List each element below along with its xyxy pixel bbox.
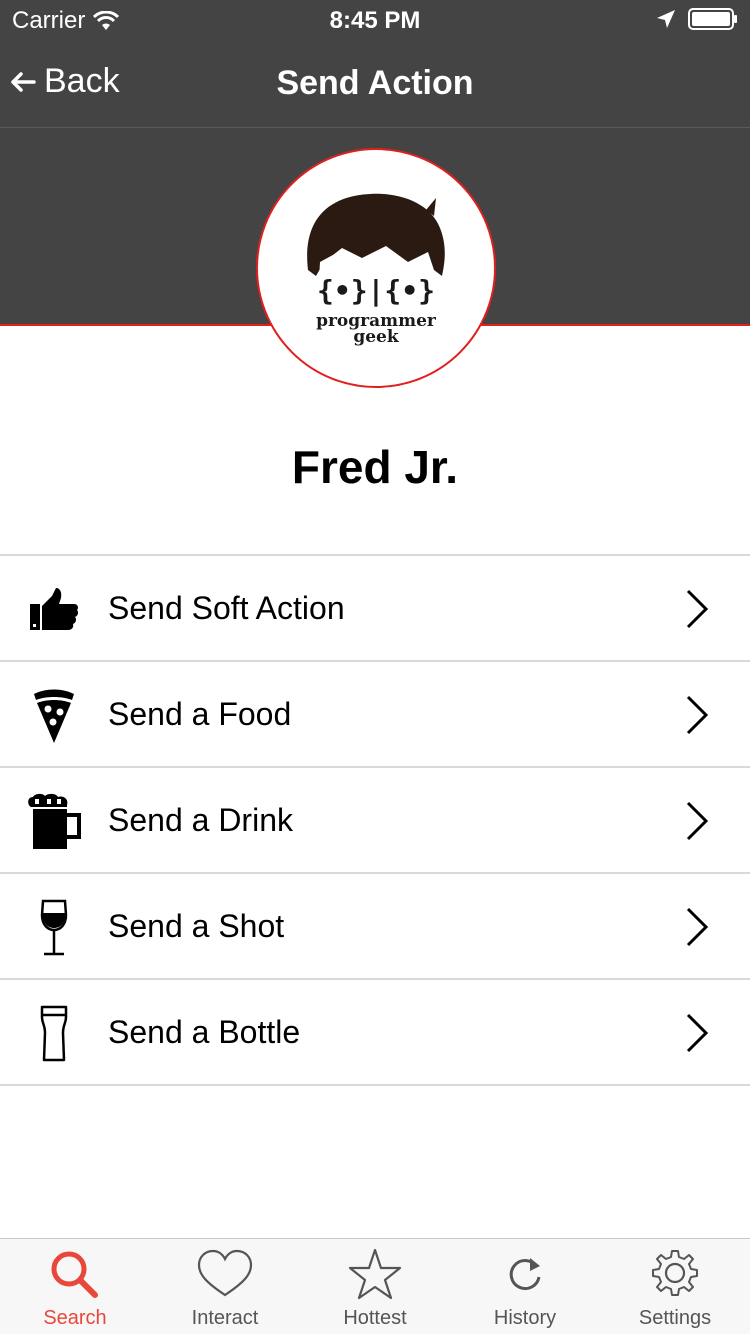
- tab-label: Settings: [638, 1307, 712, 1329]
- tab-label: Hottest: [343, 1307, 407, 1329]
- tab-search[interactable]: Search: [0, 1239, 150, 1334]
- action-label: Send a Food: [108, 696, 292, 732]
- action-row-food[interactable]: Send a Food: [0, 662, 750, 768]
- gear-icon: [652, 1250, 698, 1296]
- refresh-icon: [509, 1258, 541, 1291]
- chevron-right-icon: [686, 695, 709, 735]
- tab-label: Interact: [191, 1307, 259, 1329]
- search-icon: [51, 1251, 98, 1298]
- svg-text:{•}|{•}: {•}|{•}: [317, 274, 435, 307]
- status-time: 8:45 PM: [329, 7, 421, 34]
- navigation-bar: Back Send Action: [0, 40, 750, 128]
- heart-icon: [197, 1249, 253, 1297]
- tab-settings[interactable]: Settings: [600, 1239, 750, 1334]
- avatar: {•}|{•} programmer geek: [256, 148, 496, 388]
- tab-hottest[interactable]: Hottest: [300, 1239, 450, 1334]
- location-arrow-icon: [657, 10, 675, 28]
- action-label: Send a Bottle: [108, 1014, 301, 1050]
- action-label: Send Soft Action: [108, 590, 345, 626]
- tab-label: History: [493, 1307, 557, 1329]
- action-row-bottle[interactable]: Send a Bottle: [0, 980, 750, 1086]
- chevron-right-icon: [686, 589, 709, 629]
- tab-label: Search: [43, 1307, 107, 1329]
- pint-glass-icon: [24, 1005, 84, 1062]
- svg-text:geek: geek: [353, 327, 400, 347]
- chevron-right-icon: [686, 801, 709, 841]
- profile-name: Fred Jr.: [291, 441, 459, 493]
- action-row-drink[interactable]: Send a Drink: [0, 768, 750, 874]
- tab-bar: Search Interact Hottest History Settings: [0, 1238, 750, 1334]
- status-right-icons: [656, 8, 738, 30]
- chevron-right-icon: [686, 1013, 709, 1053]
- action-label: Send a Shot: [108, 908, 285, 944]
- action-label: Send a Drink: [108, 802, 293, 838]
- action-list: Send Soft Action Send a Food Send a Drin…: [0, 554, 750, 1086]
- action-row-shot[interactable]: Send a Shot: [0, 874, 750, 980]
- star-icon: [348, 1248, 402, 1300]
- action-row-soft-action[interactable]: Send Soft Action: [0, 556, 750, 662]
- battery-icon: [688, 8, 737, 30]
- wine-glass-icon: [24, 899, 84, 956]
- programmer-geek-logo: {•}|{•} programmer geek: [307, 193, 445, 347]
- tab-interact[interactable]: Interact: [150, 1239, 300, 1334]
- pizza-icon: [24, 688, 84, 744]
- chevron-right-icon: [686, 907, 709, 947]
- thumbs-up-icon: [24, 582, 84, 638]
- status-bar: Carrier 8:45 PM: [0, 0, 750, 40]
- page-title: Send Action: [276, 64, 474, 102]
- beer-mug-icon: [24, 793, 84, 850]
- tab-history[interactable]: History: [450, 1239, 600, 1334]
